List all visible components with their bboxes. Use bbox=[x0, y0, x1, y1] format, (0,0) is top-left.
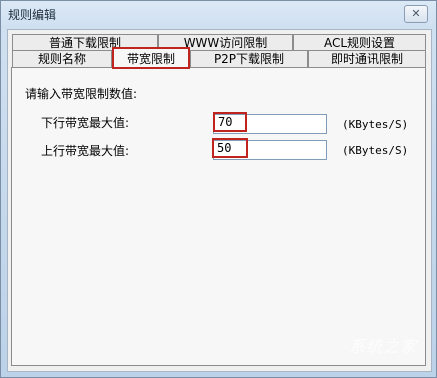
tab-label: 普通下载限制 bbox=[48, 36, 121, 50]
tab-instant-messaging-limit[interactable]: 即时通讯限制 bbox=[308, 50, 426, 67]
download-limit-label: 下行带宽最大值: bbox=[41, 116, 130, 130]
tab-bandwidth-limit[interactable]: 带宽限制 bbox=[112, 47, 190, 69]
upload-limit-label: 上行带宽最大值: bbox=[41, 144, 130, 158]
title-bar[interactable]: 规则编辑 ✕ bbox=[1, 1, 436, 27]
upload-limit-unit: (KBytes/S) bbox=[342, 144, 409, 157]
tab-rule-name[interactable]: 规则名称 bbox=[12, 50, 112, 67]
close-icon: ✕ bbox=[411, 7, 421, 20]
download-limit-unit: (KBytes/S) bbox=[342, 118, 409, 131]
dialog-client-area: 普通下载限制 WWW访问限制 ACL规则设置 规则名称 带宽限制 P2P下载限制… bbox=[7, 29, 432, 372]
tab-acl-rule-settings[interactable]: ACL规则设置 bbox=[293, 34, 426, 51]
window-title: 规则编辑 bbox=[8, 8, 57, 22]
tab-label: ACL规则设置 bbox=[323, 36, 396, 50]
tab-label: 即时通讯限制 bbox=[330, 52, 403, 66]
panel-heading: 请输入带宽限制数值: bbox=[25, 87, 138, 101]
download-limit-value[interactable]: 70 bbox=[213, 112, 247, 132]
rule-edit-dialog: 规则编辑 ✕ 普通下载限制 WWW访问限制 ACL规则设置 规则名称 带宽限制 … bbox=[0, 0, 437, 378]
close-button[interactable]: ✕ bbox=[404, 5, 428, 23]
watermark-logo: 系统之家 bbox=[348, 337, 417, 356]
tab-label: 规则名称 bbox=[37, 52, 86, 66]
tab-p2p-download-limit[interactable]: P2P下载限制 bbox=[190, 50, 308, 67]
tab-label: P2P下载限制 bbox=[213, 52, 285, 66]
upload-limit-value[interactable]: 50 bbox=[212, 138, 248, 158]
bandwidth-limit-panel: 请输入带宽限制数值: 下行带宽最大值: 70 (KBytes/S) 上行带宽最大… bbox=[11, 67, 426, 366]
tab-label: 带宽限制 bbox=[126, 52, 175, 66]
tab-label: WWW访问限制 bbox=[183, 36, 268, 50]
